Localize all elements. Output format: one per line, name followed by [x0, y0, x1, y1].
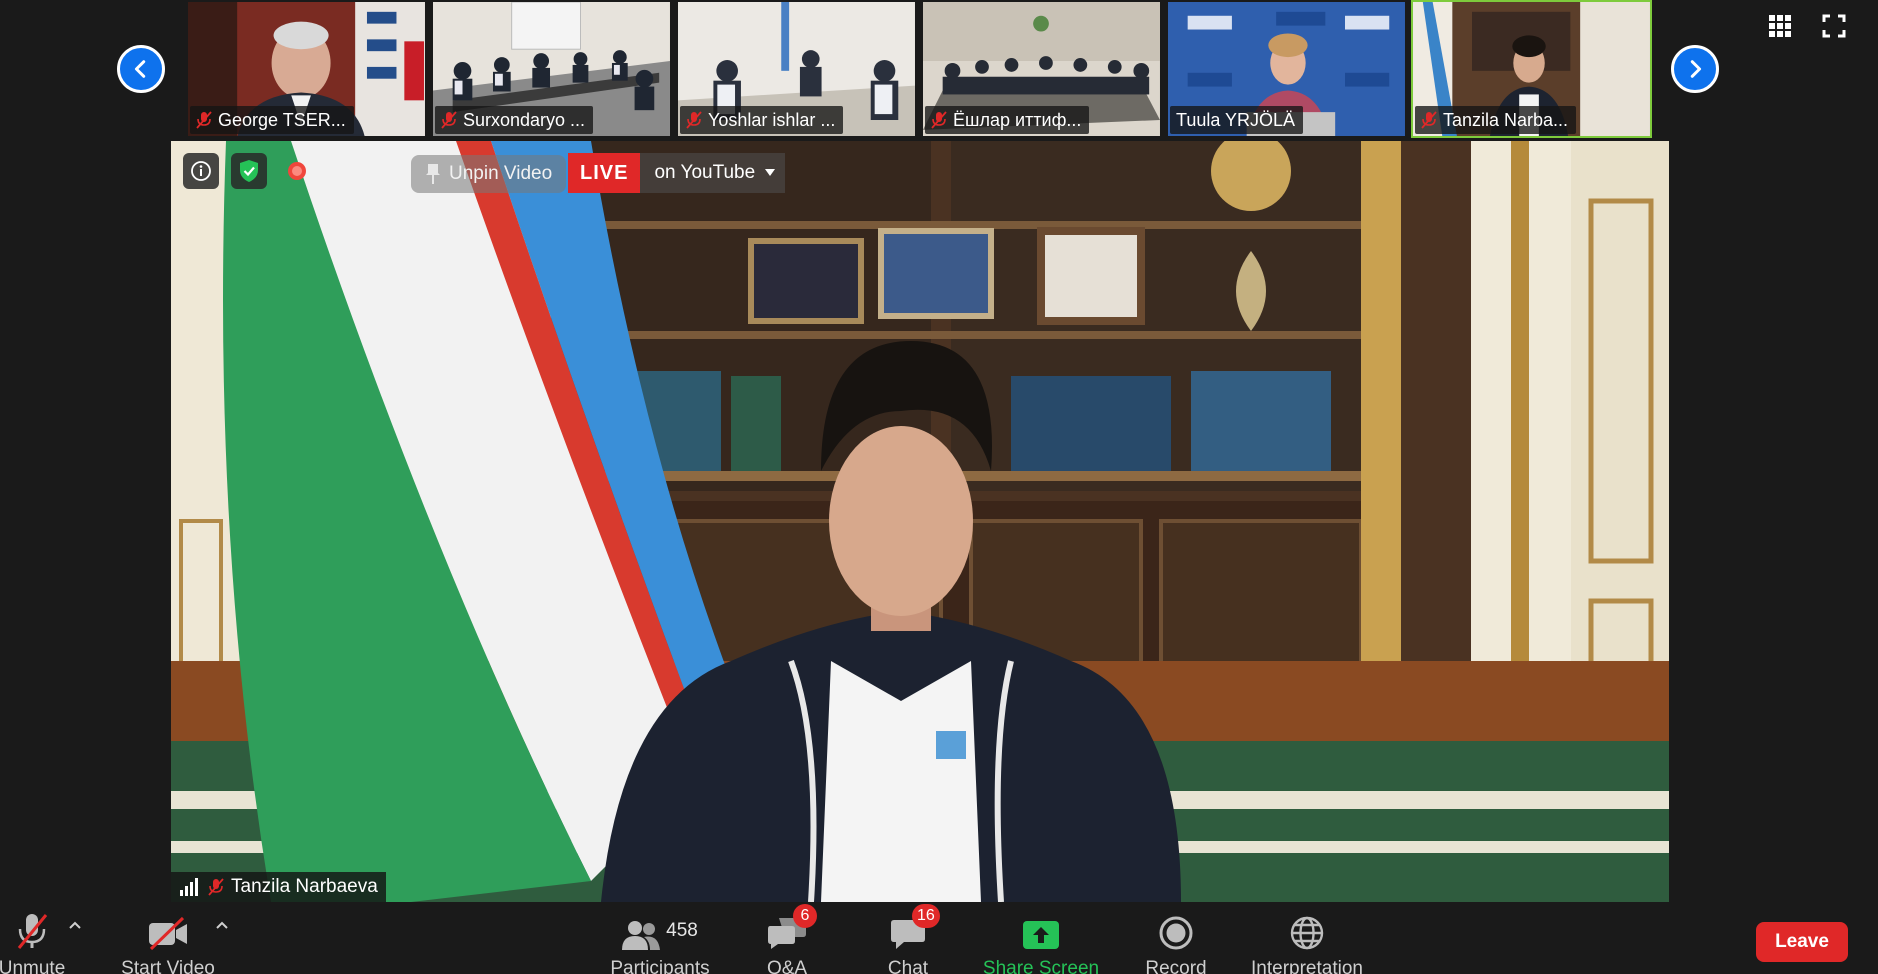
- caret-down-icon: [765, 169, 776, 176]
- mic-muted-icon: [1421, 111, 1437, 129]
- live-platform-label: on YouTube: [654, 162, 756, 183]
- share-screen-button[interactable]: Share Screen: [983, 910, 1099, 974]
- info-icon: [191, 161, 211, 181]
- record-label: Record: [1145, 958, 1207, 974]
- participant-thumbnail[interactable]: Surxondaryo ...: [431, 0, 672, 138]
- mic-muted-icon: [208, 878, 224, 896]
- participant-name-tag: Surxondaryo ...: [435, 106, 594, 134]
- participant-name: George TSER...: [218, 109, 346, 130]
- speaker-video-frame: [171, 141, 1669, 902]
- mic-muted-icon: [441, 111, 457, 129]
- main-speaker-video: Unpin Video LIVE on YouTube Tanzila Narb…: [171, 141, 1669, 902]
- pin-icon: [426, 164, 440, 184]
- participant-name-tag: Tuula YRJÖLÄ: [1170, 106, 1304, 134]
- video-thumbnail-strip: George TSER... Surxondaryo ... Yoshlar i…: [0, 0, 1878, 140]
- unpin-video-label: Unpin Video: [449, 163, 553, 184]
- participant-name-tag: George TSER...: [190, 106, 354, 134]
- signal-strength-icon: [180, 878, 198, 896]
- unmute-button[interactable]: Unmute: [0, 910, 66, 974]
- participant-name: Tanzila Narba...: [1443, 109, 1569, 130]
- mic-muted-icon: [196, 111, 212, 129]
- video-camera-off-icon: [149, 916, 187, 950]
- participant-thumbnail[interactable]: Ёшлар иттиф...: [921, 0, 1162, 138]
- participant-name: Surxondaryo ...: [463, 109, 586, 130]
- chat-count-badge: 16: [912, 904, 940, 928]
- recording-indicator: [279, 153, 315, 189]
- next-page-button[interactable]: [1671, 45, 1719, 93]
- unmute-label: Unmute: [0, 958, 66, 974]
- participants-icon: [622, 921, 661, 950]
- chevron-left-icon: [134, 60, 146, 78]
- participant-name: Yoshlar ishlar ...: [708, 109, 836, 130]
- share-screen-arrow-icon: [1023, 921, 1059, 949]
- start-video-label: Start Video: [121, 958, 215, 974]
- record-button[interactable]: Record: [1145, 910, 1207, 974]
- view-controls: [1766, 12, 1848, 40]
- participants-label: Participants: [610, 958, 710, 974]
- chat-label: Chat: [887, 958, 929, 974]
- interpretation-button[interactable]: Interpretation: [1247, 910, 1367, 974]
- meeting-info-button[interactable]: [183, 153, 219, 189]
- share-screen-label: Share Screen: [982, 958, 1100, 974]
- leave-meeting-button[interactable]: Leave: [1756, 922, 1848, 962]
- record-icon: [1159, 916, 1193, 950]
- participants-count: 458: [666, 920, 698, 941]
- participants-button[interactable]: 458 Participants: [608, 910, 712, 974]
- speaker-name-tag: Tanzila Narbaeva: [171, 872, 386, 902]
- qa-button[interactable]: 6 Q&A: [762, 904, 817, 974]
- participant-name: Ёшлар иттиф...: [953, 109, 1082, 130]
- participant-thumbnail[interactable]: George TSER...: [186, 0, 427, 138]
- live-badge: LIVE: [568, 153, 641, 193]
- encryption-status-button[interactable]: [231, 153, 267, 189]
- qa-label: Q&A: [766, 958, 808, 974]
- participant-thumbnail[interactable]: Tuula YRJÖLÄ: [1166, 0, 1407, 138]
- participant-name: Tuula YRJÖLÄ: [1176, 109, 1296, 130]
- live-stream-indicator[interactable]: LIVE on YouTube: [568, 153, 786, 193]
- unpin-video-button[interactable]: Unpin Video: [411, 155, 567, 193]
- grid-view-icon[interactable]: [1766, 12, 1794, 40]
- globe-icon: [1290, 916, 1324, 950]
- start-video-button[interactable]: Start Video: [118, 910, 218, 974]
- chevron-right-icon: [1690, 60, 1702, 78]
- meeting-info-icons: [183, 153, 315, 189]
- mic-muted-icon: [686, 111, 702, 129]
- audio-options-caret-icon[interactable]: [68, 918, 82, 932]
- speaker-name: Tanzila Narbaeva: [231, 876, 378, 897]
- interpretation-label: Interpretation: [1251, 958, 1363, 974]
- chat-button[interactable]: 16 Chat: [884, 904, 940, 974]
- mic-muted-icon: [931, 111, 947, 129]
- participant-thumbnail[interactable]: Yoshlar ishlar ...: [676, 0, 917, 138]
- participant-name-tag: Yoshlar ishlar ...: [680, 106, 844, 134]
- participant-name-tag: Ёшлар иттиф...: [925, 106, 1090, 134]
- video-options-caret-icon[interactable]: [215, 918, 229, 932]
- participant-thumbnail[interactable]: Tanzila Narba...: [1411, 0, 1652, 138]
- previous-page-button[interactable]: [117, 45, 165, 93]
- fullscreen-icon[interactable]: [1820, 12, 1848, 40]
- participant-name-tag: Tanzila Narba...: [1415, 106, 1577, 134]
- microphone-muted-icon: [17, 914, 48, 949]
- shield-check-icon: [240, 160, 258, 182]
- record-dot-icon: [288, 162, 306, 180]
- meeting-toolbar: Unmute Start Video 458 Participants 6 Q&…: [0, 902, 1878, 974]
- qa-count-badge: 6: [793, 904, 817, 928]
